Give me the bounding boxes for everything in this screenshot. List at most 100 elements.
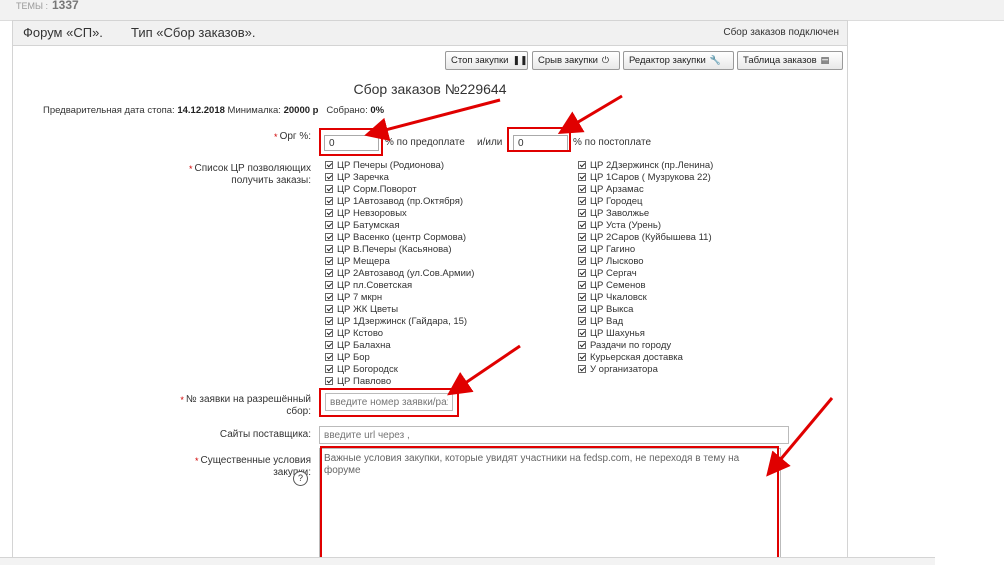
checkbox-checked-icon[interactable]: [578, 317, 586, 325]
forum-title: Форум «СП».: [23, 25, 103, 40]
stop-purchase-button[interactable]: Стоп закупки ❚❚: [445, 51, 528, 70]
stop-date-label: Предварительная дата стопа:: [43, 105, 175, 116]
status-text: Сбор заказов подключен: [723, 27, 839, 38]
checkbox-checked-icon[interactable]: [578, 305, 586, 313]
request-number-input[interactable]: [325, 393, 453, 411]
pickup-point-checkbox[interactable]: ЦР Мещера: [325, 256, 474, 268]
pickup-point-checkbox[interactable]: ЦР В.Печеры (Касьянова): [325, 244, 474, 256]
checkbox-checked-icon[interactable]: [578, 353, 586, 361]
pickup-point-checkbox[interactable]: ЦР Семенов: [578, 280, 713, 292]
checkbox-checked-icon[interactable]: [578, 269, 586, 277]
pickup-point-checkbox[interactable]: ЦР 2Дзержинск (пр.Ленина): [578, 160, 713, 172]
pickup-point-checkbox[interactable]: ЦР Батумская: [325, 220, 474, 232]
pickup-point-label: ЦР 7 мкрн: [337, 292, 383, 303]
postpay-percent-input[interactable]: [513, 135, 568, 151]
pickup-point-checkbox[interactable]: ЦР Лысково: [578, 256, 713, 268]
checkbox-checked-icon[interactable]: [325, 197, 333, 205]
checkbox-checked-icon[interactable]: [325, 317, 333, 325]
pickup-point-checkbox[interactable]: ЦР ЖК Цветы: [325, 304, 474, 316]
table-icon: ▤: [820, 55, 830, 65]
pickup-point-checkbox[interactable]: Раздачи по городу: [578, 340, 713, 352]
checkbox-checked-icon[interactable]: [325, 233, 333, 241]
top-strip: ТЕМЫ :1337: [0, 0, 1004, 21]
checkbox-checked-icon[interactable]: [325, 257, 333, 265]
pickup-point-checkbox[interactable]: ЦР Чкаловск: [578, 292, 713, 304]
checkbox-checked-icon[interactable]: [578, 197, 586, 205]
checkbox-checked-icon[interactable]: [325, 269, 333, 277]
pickup-point-checkbox[interactable]: ЦР Кстово: [325, 328, 474, 340]
checkbox-checked-icon[interactable]: [578, 221, 586, 229]
checkbox-checked-icon[interactable]: [578, 233, 586, 241]
checkbox-checked-icon[interactable]: [325, 281, 333, 289]
editor-button[interactable]: Редактор закупки 🔧: [623, 51, 734, 70]
pickup-point-checkbox[interactable]: ЦР Богородск: [325, 364, 474, 376]
top-label: ТЕМЫ :1337: [16, 0, 79, 12]
pickup-point-checkbox[interactable]: ЦР Павлово: [325, 376, 474, 388]
checkbox-checked-icon[interactable]: [578, 209, 586, 217]
pickup-point-checkbox[interactable]: ЦР 2Саров (Куйбышева 11): [578, 232, 713, 244]
pickup-point-label: ЦР Невзоровых: [337, 208, 407, 219]
checkbox-checked-icon[interactable]: [578, 341, 586, 349]
pickup-point-checkbox[interactable]: ЦР Гагино: [578, 244, 713, 256]
pickup-point-checkbox[interactable]: ЦР Васенко (центр Сормова): [325, 232, 474, 244]
pickup-point-checkbox[interactable]: ЦР Заволжье: [578, 208, 713, 220]
checkbox-checked-icon[interactable]: [325, 305, 333, 313]
conditions-textarea[interactable]: Важные условия закупки, которые увидят у…: [319, 448, 781, 560]
checkbox-checked-icon[interactable]: [578, 245, 586, 253]
pickup-point-checkbox[interactable]: ЦР 7 мкрн: [325, 292, 474, 304]
checkbox-checked-icon[interactable]: [325, 377, 333, 385]
orders-table-button[interactable]: Таблица заказов ▤: [737, 51, 843, 70]
pickup-point-checkbox[interactable]: ЦР Заречка: [325, 172, 474, 184]
pickup-point-checkbox[interactable]: ЦР 2Автозавод (ул.Сов.Армии): [325, 268, 474, 280]
checkbox-checked-icon[interactable]: [578, 281, 586, 289]
checkbox-checked-icon[interactable]: [325, 341, 333, 349]
pickup-point-checkbox[interactable]: ЦР Печеры (Родионова): [325, 160, 474, 172]
checkbox-checked-icon[interactable]: [325, 221, 333, 229]
pickup-point-checkbox[interactable]: Курьерская доставка: [578, 352, 713, 364]
pickup-point-checkbox[interactable]: ЦР Бор: [325, 352, 474, 364]
checkbox-checked-icon[interactable]: [325, 353, 333, 361]
checkbox-checked-icon[interactable]: [578, 161, 586, 169]
checkbox-checked-icon[interactable]: [578, 257, 586, 265]
pickup-point-label: ЦР 1Дзержинск (Гайдара, 15): [337, 316, 468, 327]
checkbox-checked-icon[interactable]: [325, 209, 333, 217]
pickup-point-checkbox[interactable]: ЦР пл.Советская: [325, 280, 474, 292]
pickup-point-checkbox[interactable]: ЦР Невзоровых: [325, 208, 474, 220]
checkbox-checked-icon[interactable]: [325, 365, 333, 373]
conditions-help[interactable]: ?: [293, 471, 308, 486]
prepay-percent-input[interactable]: [324, 135, 379, 151]
pickup-point-label: ЦР Мещера: [337, 256, 390, 267]
pickup-point-checkbox[interactable]: ЦР Арзамас: [578, 184, 713, 196]
supplier-sites-input[interactable]: [319, 426, 789, 444]
pickup-point-label: Раздачи по городу: [590, 340, 672, 351]
pickup-point-checkbox[interactable]: ЦР Шахунья: [578, 328, 713, 340]
pickup-point-checkbox[interactable]: ЦР Городец: [578, 196, 713, 208]
checkbox-checked-icon[interactable]: [578, 365, 586, 373]
checkbox-checked-icon[interactable]: [325, 293, 333, 301]
checkbox-checked-icon[interactable]: [578, 293, 586, 301]
pickup-point-checkbox[interactable]: ЦР Сергач: [578, 268, 713, 280]
pickup-point-checkbox[interactable]: ЦР Сорм.Поворот: [325, 184, 474, 196]
checkbox-checked-icon[interactable]: [578, 329, 586, 337]
pickup-point-checkbox[interactable]: ЦР Выкса: [578, 304, 713, 316]
checkbox-checked-icon[interactable]: [325, 245, 333, 253]
pickup-point-label: У организатора: [590, 364, 658, 375]
checkbox-checked-icon[interactable]: [578, 185, 586, 193]
pickup-point-checkbox[interactable]: У организатора: [578, 364, 713, 376]
pickup-point-label: ЦР Уста (Урень): [590, 220, 662, 231]
checkbox-checked-icon[interactable]: [578, 173, 586, 181]
checkbox-checked-icon[interactable]: [325, 173, 333, 181]
pickup-point-checkbox[interactable]: ЦР Вад: [578, 316, 713, 328]
pickup-point-checkbox[interactable]: ЦР 1Автозавод (пр.Октября): [325, 196, 474, 208]
help-icon[interactable]: ?: [293, 471, 308, 486]
pickup-point-label: ЦР Сорм.Поворот: [337, 184, 417, 195]
pickup-point-checkbox[interactable]: ЦР 1Саров ( Музрукова 22): [578, 172, 713, 184]
required-mark: *: [194, 456, 199, 466]
checkbox-checked-icon[interactable]: [325, 161, 333, 169]
checkbox-checked-icon[interactable]: [325, 185, 333, 193]
pickup-point-checkbox[interactable]: ЦР 1Дзержинск (Гайдара, 15): [325, 316, 474, 328]
pickup-point-checkbox[interactable]: ЦР Уста (Урень): [578, 220, 713, 232]
abort-purchase-button[interactable]: Срыв закупки ⏻: [532, 51, 620, 70]
checkbox-checked-icon[interactable]: [325, 329, 333, 337]
pickup-point-checkbox[interactable]: ЦР Балахна: [325, 340, 474, 352]
